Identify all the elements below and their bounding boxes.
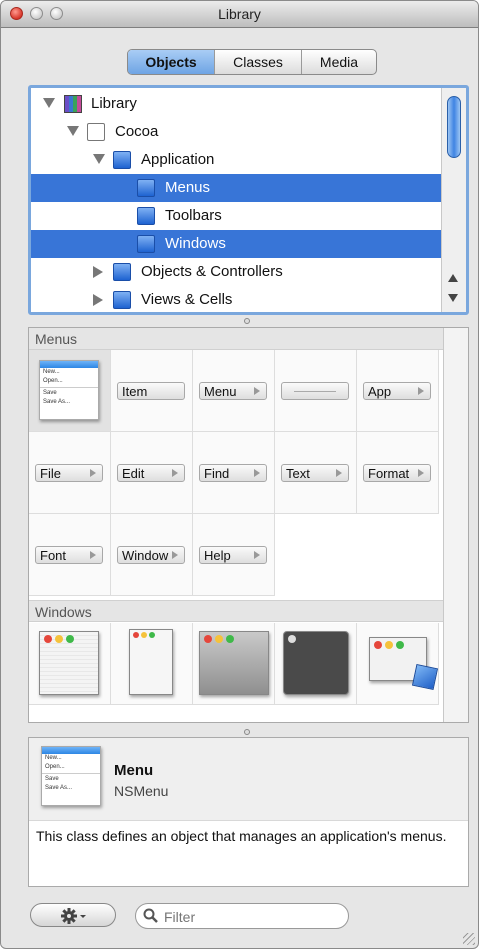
palette-item-window-hud[interactable] <box>275 623 357 705</box>
library-tabs: Objects Classes Media <box>127 49 377 75</box>
scroll-up-icon[interactable] <box>448 274 458 282</box>
tree-item-objects-controllers[interactable]: Objects & Controllers <box>31 258 445 286</box>
tree-item-library[interactable]: Library <box>31 90 445 118</box>
palette-item-main-menu[interactable]: New... Open... Save Save As... <box>29 350 111 432</box>
action-menu-button[interactable] <box>30 903 116 927</box>
palette-item-format[interactable]: Format <box>357 432 439 514</box>
standard-window-icon <box>39 631 99 695</box>
tree-item-label: Cocoa <box>115 123 159 140</box>
tab-classes[interactable]: Classes <box>214 50 301 74</box>
title-bar: Library <box>1 1 478 28</box>
tree-item-toolbars[interactable]: Toolbars <box>31 202 445 230</box>
tab-objects[interactable]: Objects <box>128 50 214 74</box>
menu-preview-icon: New... Open... Save Save As... <box>41 746 101 806</box>
scroll-thumb[interactable] <box>447 96 461 158</box>
palette-item-window-metal[interactable] <box>193 623 275 705</box>
object-description: This class defines an object that manage… <box>36 828 447 844</box>
text-menu-pill: Text <box>281 464 349 482</box>
menu-item-pill: Item <box>117 382 185 400</box>
palette-item-find[interactable]: Find <box>193 432 275 514</box>
group-icon <box>137 207 155 225</box>
tree-item-windows[interactable]: Windows <box>31 230 445 258</box>
palette-item-file[interactable]: File <box>29 432 111 514</box>
palette-item-item[interactable]: Item <box>111 350 193 432</box>
tree-scrollbar[interactable] <box>441 88 466 312</box>
resize-grip[interactable] <box>463 933 475 945</box>
disclosure-right-icon[interactable] <box>93 294 103 306</box>
tree-item-label: Menus <box>165 179 211 196</box>
window-menu-pill: Window <box>117 546 185 564</box>
textured-window-icon <box>199 631 269 695</box>
menu-preview-icon: New... Open... Save Save As... <box>39 360 99 420</box>
format-menu-pill: Format <box>363 464 431 482</box>
disclosure-down-icon[interactable] <box>93 154 105 164</box>
hud-window-icon <box>283 631 349 695</box>
palette-item-font[interactable]: Font <box>29 514 111 596</box>
disclosure-right-icon[interactable] <box>93 266 103 278</box>
palette-item-edit[interactable]: Edit <box>111 432 193 514</box>
disclosure-down-icon[interactable] <box>67 126 79 136</box>
group-icon <box>137 235 155 253</box>
info-panel: New... Open... Save Save As... Menu NSMe… <box>28 737 469 887</box>
split-handle[interactable] <box>244 729 250 735</box>
object-palette: Menus New... Open... Save Save As... Ite… <box>28 327 469 723</box>
palette-item-window-standard[interactable] <box>29 623 111 705</box>
tree-item-label: Windows <box>165 235 226 252</box>
tree-item-label: Application <box>141 151 215 168</box>
tree-item-label: Library <box>91 95 137 112</box>
scroll-down-icon[interactable] <box>448 294 458 302</box>
tree-item-application[interactable]: Application <box>31 146 445 174</box>
tab-media[interactable]: Media <box>301 50 376 74</box>
find-menu-pill: Find <box>199 464 267 482</box>
tree-item-cocoa[interactable]: Cocoa <box>31 118 445 146</box>
file-menu-pill: File <box>35 464 103 482</box>
palette-item-window-textured[interactable] <box>111 623 193 705</box>
tree-item-menus[interactable]: Menus <box>31 174 445 202</box>
palette-item-window[interactable]: Window <box>111 514 193 596</box>
group-icon <box>137 179 155 197</box>
window-controller-icon <box>369 637 439 691</box>
palette-item-text[interactable]: Text <box>275 432 357 514</box>
app-menu-pill: App <box>363 382 431 400</box>
separator-pill <box>281 382 349 400</box>
info-header: New... Open... Save Save As... Menu NSMe… <box>29 738 468 821</box>
split-handle[interactable] <box>244 318 250 324</box>
window-title: Library <box>218 6 261 22</box>
font-menu-pill: Font <box>35 546 103 564</box>
palette-item-help[interactable]: Help <box>193 514 275 596</box>
palette-item-separator[interactable] <box>275 350 357 432</box>
search-icon <box>143 908 158 923</box>
palette-item-app[interactable]: App <box>357 350 439 432</box>
edit-menu-pill: Edit <box>117 464 185 482</box>
group-icon <box>113 263 131 281</box>
group-icon <box>113 291 131 309</box>
section-header-menus: Menus <box>29 328 443 350</box>
section-header-windows: Windows <box>29 600 443 622</box>
object-class: NSMenu <box>114 783 169 799</box>
palette-item-menu[interactable]: Menu <box>193 350 275 432</box>
tree-item-label: Toolbars <box>165 207 222 224</box>
disclosure-down-icon[interactable] <box>43 98 55 108</box>
filter-input[interactable] <box>162 907 346 927</box>
help-menu-pill: Help <box>199 546 267 564</box>
gear-icon <box>61 908 86 924</box>
palette-scrollbar[interactable] <box>443 328 468 722</box>
library-tree: Library Cocoa Application Menus Toolbars… <box>28 85 469 315</box>
library-books-icon <box>64 95 82 113</box>
tree-item-label: Objects & Controllers <box>141 263 283 280</box>
group-icon <box>113 151 131 169</box>
object-name: Menu <box>114 762 154 779</box>
menu-pill: Menu <box>199 382 267 400</box>
panel-window-icon <box>129 629 173 695</box>
folder-icon <box>87 123 105 141</box>
tree-item-label: Views & Cells <box>141 291 233 308</box>
tree-item-views-cells[interactable]: Views & Cells <box>31 286 445 312</box>
palette-item-window-controller[interactable] <box>357 623 439 705</box>
library-window: Library Objects Classes Media Library Co… <box>0 0 479 949</box>
filter-field[interactable] <box>135 903 349 929</box>
